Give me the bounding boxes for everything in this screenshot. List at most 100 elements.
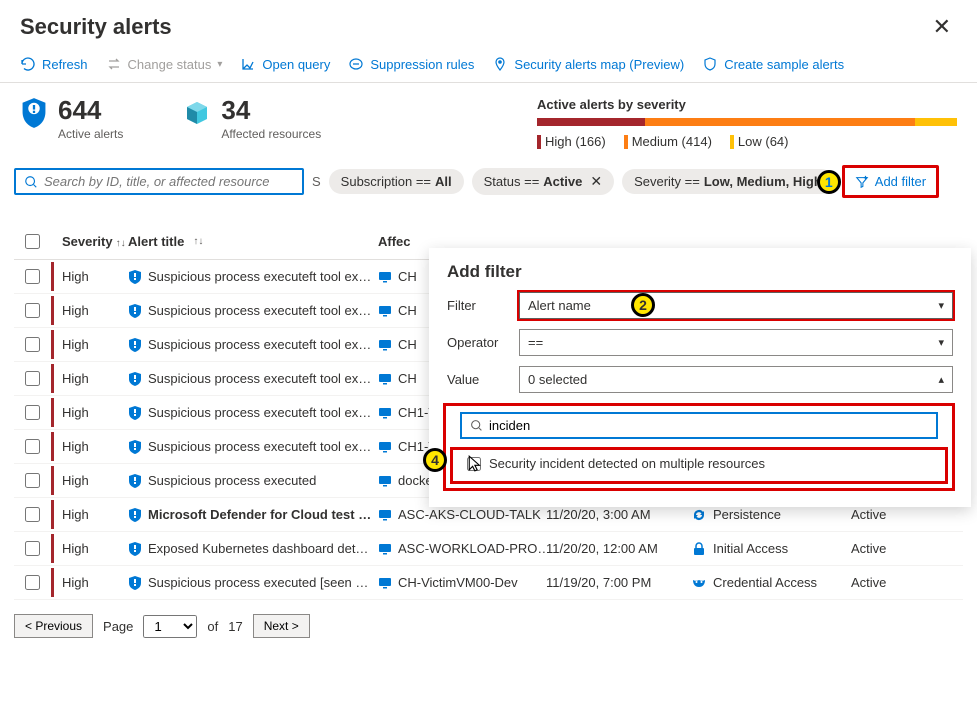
cell-time: 11/20/20, 3:00 AM: [546, 507, 691, 522]
chevron-down-icon: ▾: [217, 59, 222, 70]
cell-resource: ASC-WORKLOAD-PRO…: [378, 541, 546, 556]
prev-page-button[interactable]: < Previous: [14, 614, 93, 638]
cell-severity: High: [50, 541, 128, 556]
callout-4: 4: [423, 448, 447, 472]
monitor-icon: [378, 440, 392, 454]
filter-option[interactable]: Security incident detected on multiple r…: [450, 447, 948, 484]
filter-label: Filter: [447, 298, 519, 313]
monitor-icon: [378, 270, 392, 284]
affected-resources-stat: 34 Affected resources: [183, 97, 321, 141]
value-select[interactable]: 0 selected ▴: [519, 366, 953, 393]
value-dropdown: 3 Security incident detected on multiple…: [443, 403, 955, 491]
cell-time: 11/19/20, 7:00 PM: [546, 575, 691, 590]
shield-icon: [702, 56, 718, 72]
legend-low: Low (64): [730, 134, 789, 149]
query-icon: [240, 56, 256, 72]
table-row[interactable]: HighExposed Kubernetes dashboard det…ASC…: [14, 532, 963, 566]
refresh-button[interactable]: Refresh: [20, 56, 88, 72]
cell-mitre: Initial Access: [691, 541, 851, 557]
open-query-label: Open query: [262, 57, 330, 72]
col-resource[interactable]: Affec: [378, 234, 546, 249]
row-checkbox[interactable]: [25, 337, 40, 352]
affected-count: 34: [221, 97, 321, 123]
chevron-down-icon: ▾: [938, 336, 944, 349]
select-all-checkbox[interactable]: [25, 234, 40, 249]
sort-icon: ↑↓: [116, 238, 126, 249]
search-icon: [470, 419, 483, 432]
severity-legend: High (166) Medium (414) Low (64): [537, 134, 957, 149]
cell-severity: High: [50, 371, 128, 386]
summary-row: 644 Active alerts 34 Affected resources …: [0, 83, 977, 157]
alerts-map-button[interactable]: Security alerts map (Preview): [492, 56, 684, 72]
col-title[interactable]: Alert title↑↓: [128, 234, 378, 249]
chevron-down-icon: ▾: [938, 299, 944, 312]
sort-icon: ↑↓: [193, 236, 203, 247]
remove-status-filter[interactable]: ✕: [590, 173, 602, 190]
cell-title: Suspicious process executed [seen …: [128, 575, 378, 591]
affected-label: Affected resources: [221, 127, 321, 141]
search-input[interactable]: [44, 174, 294, 189]
operator-label: Operator: [447, 335, 519, 350]
shield-icon: [128, 439, 142, 455]
header: Security alerts ✕: [0, 0, 977, 50]
row-checkbox[interactable]: [25, 303, 40, 318]
cell-status: Active: [851, 575, 923, 590]
filter-add-icon: [855, 175, 869, 189]
mask-icon: [691, 575, 707, 591]
severity-bar: [537, 118, 957, 126]
monitor-icon: [378, 576, 392, 590]
lock-icon: [691, 541, 707, 557]
cell-severity: High: [50, 575, 128, 590]
shield-icon: [128, 269, 142, 285]
add-filter-button[interactable]: Add filter 1: [842, 165, 939, 198]
status-filter-pill[interactable]: Status == Active ✕: [472, 168, 614, 195]
suppression-label: Suppression rules: [370, 57, 474, 72]
severity-filter-pill[interactable]: Severity == Low, Medium, High: [622, 169, 834, 194]
open-query-button[interactable]: Open query: [240, 56, 330, 72]
next-page-button[interactable]: Next >: [253, 614, 310, 638]
value-search-box[interactable]: 3: [460, 412, 938, 439]
search-box[interactable]: [14, 168, 304, 195]
chevron-up-icon: ▴: [938, 373, 944, 386]
row-checkbox[interactable]: [25, 575, 40, 590]
row-checkbox[interactable]: [25, 473, 40, 488]
row-checkbox[interactable]: [25, 439, 40, 454]
value-selected-text: 0 selected: [528, 372, 587, 387]
page-label: Page: [103, 619, 133, 634]
option-checkbox[interactable]: [467, 457, 481, 471]
cell-resource: CH-VictimVM00-Dev: [378, 575, 546, 590]
filter-field-select[interactable]: Alert name ▾: [519, 292, 953, 319]
cell-mitre: Persistence: [691, 507, 851, 523]
refresh-icon: [20, 56, 36, 72]
option-label: Security incident detected on multiple r…: [489, 456, 765, 471]
suppression-rules-button[interactable]: Suppression rules: [348, 56, 474, 72]
value-search-input[interactable]: [489, 418, 928, 433]
cell-severity: High: [50, 269, 128, 284]
shield-alert-icon: [20, 97, 48, 129]
monitor-icon: [378, 304, 392, 318]
row-checkbox[interactable]: [25, 541, 40, 556]
close-button[interactable]: ✕: [927, 12, 957, 42]
operator-select[interactable]: == ▾: [519, 329, 953, 356]
create-sample-button[interactable]: Create sample alerts: [702, 56, 844, 72]
cell-status: Active: [851, 541, 923, 556]
monitor-icon: [378, 474, 392, 488]
active-alerts-count: 644: [58, 97, 123, 123]
table-row[interactable]: HighSuspicious process executed [seen …C…: [14, 566, 963, 600]
cell-title: Suspicious process executeft tool ex…: [128, 337, 378, 353]
row-checkbox[interactable]: [25, 269, 40, 284]
cell-severity: High: [50, 439, 128, 454]
col-severity[interactable]: Severity↑↓: [50, 234, 128, 249]
cell-severity: High: [50, 473, 128, 488]
cell-title: Suspicious process executeft tool ex…: [128, 371, 378, 387]
cell-title: Suspicious process executed: [128, 473, 378, 489]
row-checkbox[interactable]: [25, 371, 40, 386]
row-checkbox[interactable]: [25, 405, 40, 420]
page-select[interactable]: 1: [143, 615, 197, 638]
shield-icon: [128, 405, 142, 421]
row-checkbox[interactable]: [25, 507, 40, 522]
page-title: Security alerts: [20, 14, 172, 40]
subscription-filter-pill[interactable]: Subscription == All: [329, 169, 464, 194]
severity-bar-low: [915, 118, 957, 126]
refresh-label: Refresh: [42, 57, 88, 72]
